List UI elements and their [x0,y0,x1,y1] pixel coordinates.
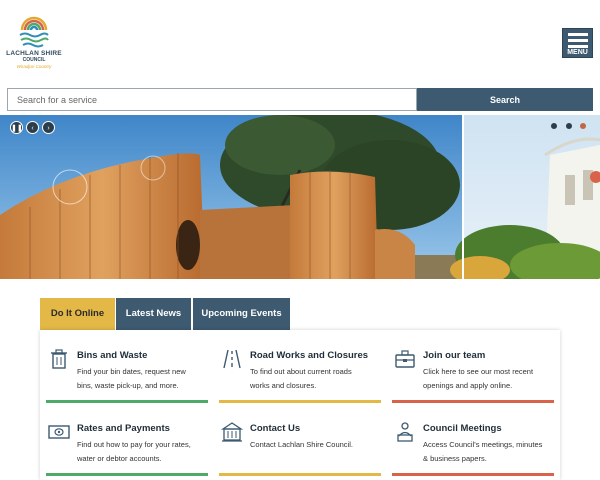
service-card-contact[interactable]: Contact Us Contact Lachlan Shire Council… [213,408,381,476]
tab-upcoming-events[interactable]: Upcoming Events [193,298,290,330]
building-icon [221,422,243,442]
services-panel: Bins and Waste Find your bin dates, requ… [40,330,560,480]
chevron-left-icon[interactable]: ‹ [26,121,39,134]
chevron-right-icon[interactable]: › [42,121,55,134]
hamburger-icon-bar [568,39,588,42]
money-icon [48,425,70,439]
hamburger-icon [568,33,588,36]
service-title: Council Meetings [423,423,502,434]
pause-icon[interactable]: ❚❚ [10,121,23,134]
meeting-icon [397,422,413,442]
service-title: Road Works and Closures [250,350,369,361]
bin-icon [51,349,67,369]
logo-name: LACHLAN SHIRE [6,50,62,57]
service-desc: Click here to see our most recent openin… [423,367,534,390]
card-divider [392,400,554,403]
card-divider [219,400,381,403]
service-card-roadworks[interactable]: Road Works and Closures To find out abou… [213,335,381,403]
service-card-bins[interactable]: Bins and Waste Find your bin dates, requ… [40,335,208,403]
service-card-join-team[interactable]: Join our team Click here to see our most… [386,335,554,403]
logo-emblem-icon [19,16,49,48]
slide-dot-3[interactable] [580,123,586,129]
service-desc: To find out about current roads works an… [250,367,352,390]
menu-button[interactable]: MENU [562,28,593,58]
menu-label: MENU [567,49,588,56]
hero-carousel: ❚❚ ‹ › [0,115,600,279]
card-divider [46,473,208,476]
service-title: Bins and Waste [77,350,148,361]
hamburger-icon-bar [568,45,588,48]
site-header: LACHLAN SHIRE COUNCIL Wiradjuri Country … [0,0,600,86]
service-desc: Find your bin dates, request new bins, w… [77,367,186,390]
service-title: Rates and Payments [77,423,170,434]
card-divider [392,473,554,476]
service-card-rates[interactable]: Rates and Payments Find out how to pay f… [40,408,208,476]
road-icon [223,349,241,369]
card-divider [46,400,208,403]
slide-dot-2[interactable] [566,123,572,129]
service-desc: Access Council's meetings, minutes & bus… [423,440,543,463]
service-title: Contact Us [250,423,301,434]
briefcase-icon [395,350,415,368]
search-button[interactable]: Search [417,88,593,111]
card-divider [219,473,381,476]
logo-tagline: Wiradjuri Country [16,64,52,69]
service-desc: Contact Lachlan Shire Council. [250,440,353,449]
search-input[interactable] [7,88,417,111]
service-card-meetings[interactable]: Council Meetings Access Council's meetin… [386,408,554,476]
slide-dot-1[interactable] [551,123,557,129]
service-title: Join our team [423,350,486,361]
tab-do-it-online[interactable]: Do It Online [40,298,115,331]
council-logo[interactable]: LACHLAN SHIRE COUNCIL Wiradjuri Country [6,10,62,76]
tab-latest-news[interactable]: Latest News [116,298,191,330]
hero-image [0,115,600,279]
service-desc: Find out how to pay for your rates, wate… [77,440,191,463]
